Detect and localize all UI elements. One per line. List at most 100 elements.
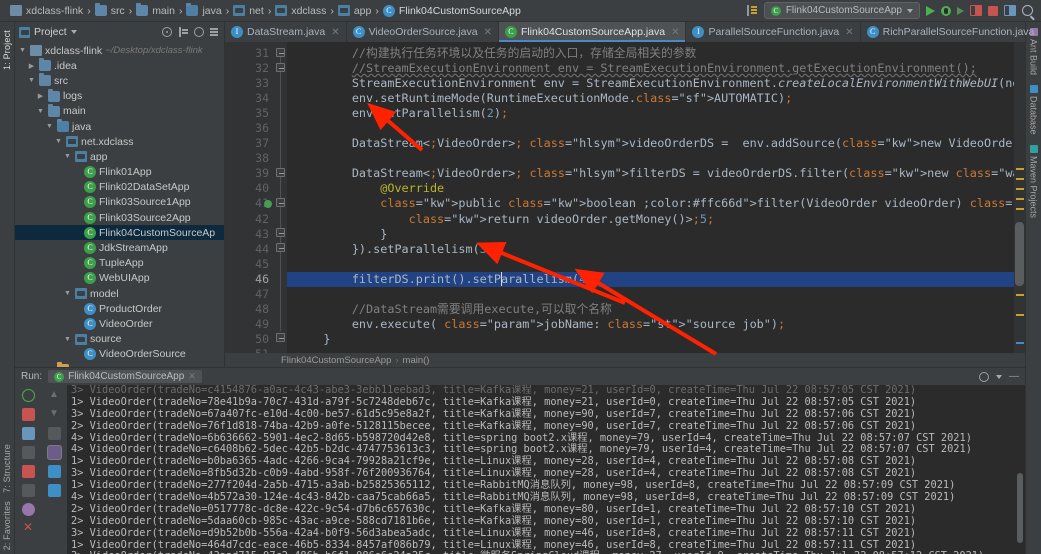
editor-tab-datastream[interactable]: I DataStream.java ✕ bbox=[225, 22, 347, 42]
tree-row[interactable]: C WebUIApp bbox=[15, 271, 224, 286]
breadcrumb-item-xdclass-flink[interactable]: xdclass-flink bbox=[6, 5, 87, 17]
line-number[interactable]: 49 bbox=[225, 317, 275, 332]
tree-row[interactable]: ▼ net.xdclass bbox=[15, 134, 224, 149]
fold-marker[interactable] bbox=[276, 243, 285, 252]
fold-marker[interactable] bbox=[276, 63, 285, 72]
run-button[interactable] bbox=[926, 5, 935, 16]
code-line[interactable] bbox=[287, 287, 1025, 302]
arrow-down-icon[interactable]: ▼ bbox=[48, 408, 61, 421]
code-line[interactable] bbox=[287, 151, 1025, 166]
code-line[interactable]: env.execute( class="param">jobName: clas… bbox=[287, 317, 1025, 332]
arrow-up-icon[interactable]: ▲ bbox=[48, 389, 61, 402]
code-line[interactable] bbox=[287, 121, 1025, 136]
editor-scrollbar[interactable] bbox=[1014, 42, 1025, 353]
fold-marker[interactable] bbox=[276, 198, 285, 207]
code-line[interactable]: //构建执行任务环境以及任务的启动的入口，存储全局相关的参数 bbox=[287, 46, 1025, 61]
breadcrumb-item-net[interactable]: net bbox=[229, 5, 268, 17]
tree-row[interactable]: C Flink02DataSetApp bbox=[15, 180, 224, 195]
code-line[interactable]: } bbox=[287, 332, 1025, 347]
code-line[interactable]: @Override bbox=[287, 181, 1025, 196]
chevron-down-icon[interactable]: ▼ bbox=[54, 138, 63, 145]
chevron-right-icon[interactable]: ▶ bbox=[36, 92, 45, 100]
line-number[interactable]: 33 bbox=[225, 76, 275, 91]
chevron-down-icon[interactable] bbox=[996, 374, 1002, 379]
editor-tab-bar[interactable]: I DataStream.java ✕ C VideoOrderSource.java ✕… bbox=[225, 22, 1041, 42]
stop-button[interactable] bbox=[988, 5, 998, 16]
run-with-coverage-button[interactable] bbox=[957, 6, 964, 15]
code-line[interactable]: filterDS.print().setParallelism(4); bbox=[287, 271, 1025, 287]
gear-icon[interactable] bbox=[979, 371, 989, 382]
tree-row[interactable]: C Flink01App bbox=[15, 165, 224, 180]
soft-wrap-button[interactable] bbox=[21, 465, 35, 478]
line-number[interactable]: 50 bbox=[225, 332, 275, 347]
editor-tab-flink04customsourceapp[interactable]: C Flink04CustomSourceApp.java ✕ bbox=[498, 22, 687, 42]
tree-row[interactable]: ▼ model bbox=[15, 286, 224, 301]
tree-row[interactable]: C JdkStreamApp bbox=[15, 240, 224, 255]
tree-row[interactable]: ▼ java bbox=[15, 119, 224, 134]
close-icon[interactable]: ✕ bbox=[845, 27, 853, 38]
line-number[interactable]: 35 bbox=[225, 106, 275, 121]
chevron-down-icon[interactable]: ▼ bbox=[27, 77, 36, 84]
breadcrumb-item-main[interactable]: main bbox=[132, 3, 179, 17]
line-number[interactable]: 32 bbox=[225, 61, 275, 76]
gear-icon[interactable] bbox=[194, 27, 204, 37]
tree-row[interactable]: C Flink03Source1App bbox=[15, 195, 224, 210]
hide-icon[interactable]: ― bbox=[1009, 371, 1019, 382]
tree-row[interactable]: C ProductOrder bbox=[15, 301, 224, 316]
line-number[interactable]: 31 bbox=[225, 46, 275, 61]
tree-row[interactable]: ▼ main bbox=[15, 103, 224, 119]
code-line[interactable]: } bbox=[287, 227, 1025, 242]
breadcrumb-item-app[interactable]: app bbox=[334, 5, 376, 17]
line-number[interactable]: 37 bbox=[225, 136, 275, 151]
trash-button[interactable] bbox=[47, 484, 61, 497]
breadcrumb-item-flink04customsourceapp[interactable]: C Flink04CustomSourceApp bbox=[379, 4, 525, 17]
search-everywhere-icon[interactable] bbox=[1022, 5, 1033, 16]
close-icon[interactable]: ✕ bbox=[22, 521, 35, 535]
editor-breadcrumb[interactable]: Flink04CustomSourceApp › main() bbox=[225, 353, 1025, 367]
code-folding-column[interactable] bbox=[275, 42, 287, 353]
tree-row[interactable]: C Flink03Source2App bbox=[15, 210, 224, 225]
tree-row[interactable]: C VideoOrderSource bbox=[15, 347, 224, 362]
profile-button[interactable] bbox=[970, 5, 982, 16]
scrollbar-thumb[interactable] bbox=[1015, 222, 1024, 286]
scroll-to-end-button[interactable] bbox=[21, 484, 35, 497]
editor-tab-parallelsourcefunction[interactable]: I ParallelSourceFunction.java ✕ bbox=[686, 22, 861, 42]
editor-tab-videoordersource[interactable]: C VideoOrderSource.java ✕ bbox=[347, 22, 499, 42]
pin-button[interactable] bbox=[47, 446, 61, 459]
tree-row[interactable]: ▼ xdclass-flink ~/Desktop/xdclass-flink bbox=[15, 43, 224, 58]
tool-tab-structure[interactable]: 7: Structure bbox=[2, 440, 12, 497]
code-line[interactable]: env.setRuntimeMode(RuntimeExecutionMode.… bbox=[287, 91, 1025, 106]
line-number[interactable]: 42 bbox=[225, 212, 275, 227]
tool-tab-database[interactable]: Database bbox=[1029, 85, 1039, 135]
line-number[interactable]: 47 bbox=[225, 287, 275, 302]
line-number[interactable]: 38 bbox=[225, 151, 275, 166]
scroll-from-source-icon[interactable] bbox=[162, 27, 172, 37]
close-icon[interactable]: ✕ bbox=[331, 27, 339, 38]
code-line[interactable]: DataStream<;VideoOrder>; class="hlsym">v… bbox=[287, 136, 1025, 151]
code-editor[interactable]: 31 32 33 34 35 36 37 38 39 40 41 42 43 44 45 46 47 48 49 50… bbox=[225, 42, 1025, 353]
screenshot-button[interactable] bbox=[21, 446, 35, 459]
breadcrumb-item-xdclass[interactable]: xdclass bbox=[271, 5, 330, 17]
chevron-down-icon[interactable]: ▼ bbox=[45, 123, 54, 130]
chevron-down-icon[interactable]: ▼ bbox=[63, 336, 72, 343]
tree-row[interactable]: ▶ logs bbox=[15, 88, 224, 104]
tree-row[interactable]: ▼ app bbox=[15, 149, 224, 164]
chevron-down-icon[interactable]: ▼ bbox=[18, 47, 27, 54]
chevron-down-icon[interactable] bbox=[907, 8, 913, 13]
print-button[interactable] bbox=[47, 465, 61, 478]
stop-button[interactable] bbox=[21, 408, 35, 421]
settings-button[interactable] bbox=[21, 503, 35, 516]
chevron-right-icon[interactable]: ▶ bbox=[27, 62, 36, 70]
tree-row[interactable]: ▼ src bbox=[15, 73, 224, 88]
close-icon[interactable]: ✕ bbox=[188, 371, 196, 382]
expand-icon[interactable] bbox=[178, 27, 188, 37]
fold-marker[interactable] bbox=[276, 228, 285, 237]
line-number[interactable]: 40 bbox=[225, 181, 275, 196]
breadcrumb[interactable]: xdclass-flink › src › main › java › net › xdclass ›… bbox=[6, 3, 525, 17]
run-tab[interactable]: C Flink04CustomSourceApp ✕ bbox=[48, 370, 202, 383]
code-line[interactable] bbox=[287, 257, 1025, 272]
tool-tab-favorites[interactable]: 2: Favorites bbox=[2, 497, 12, 554]
sort-icon[interactable] bbox=[746, 5, 758, 16]
breadcrumb-item-src[interactable]: src bbox=[91, 3, 129, 17]
fold-marker[interactable] bbox=[276, 333, 285, 342]
